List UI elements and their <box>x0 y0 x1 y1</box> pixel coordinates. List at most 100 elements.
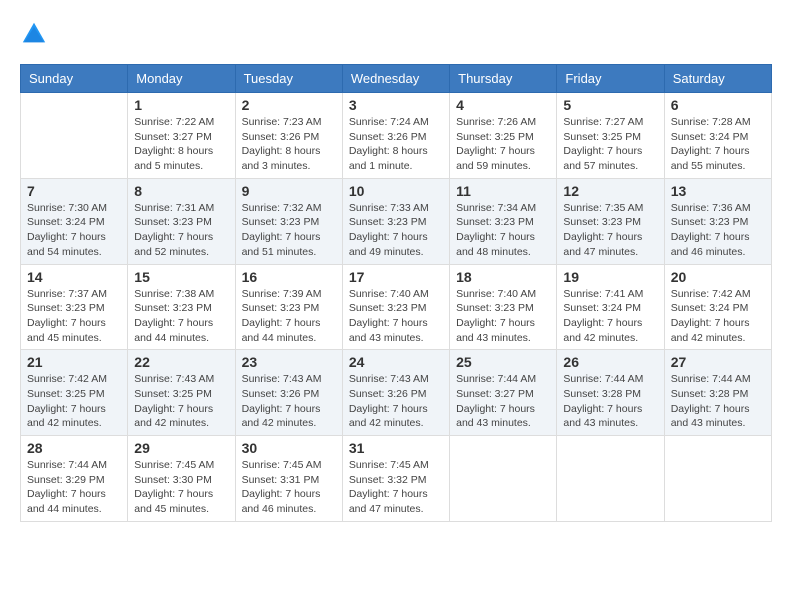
day-number: 6 <box>671 97 765 113</box>
calendar-cell: 27 Sunrise: 7:44 AM Sunset: 3:28 PM Dayli… <box>664 350 771 436</box>
day-number: 8 <box>134 183 228 199</box>
day-info: Sunrise: 7:37 AM Sunset: 3:23 PM Dayligh… <box>27 287 121 346</box>
calendar-cell: 2 Sunrise: 7:23 AM Sunset: 3:26 PM Daylig… <box>235 93 342 179</box>
day-info: Sunrise: 7:32 AM Sunset: 3:23 PM Dayligh… <box>242 201 336 260</box>
calendar-cell: 23Sunrise: 7:43 AM Sunset: 3:26 PM Dayli… <box>235 350 342 436</box>
day-number: 12 <box>563 183 657 199</box>
day-info: Sunrise: 7:42 AM Sunset: 3:24 PM Dayligh… <box>671 287 765 346</box>
day-info: Sunrise: 7:43 AM Sunset: 3:26 PM Dayligh… <box>349 372 443 431</box>
day-info: Sunrise: 7:43 AM Sunset: 3:25 PM Dayligh… <box>134 372 228 431</box>
calendar-header-row: SundayMondayTuesdayWednesdayThursdayFrid… <box>21 65 772 93</box>
calendar-cell: 7 Sunrise: 7:30 AM Sunset: 3:24 PM Daylig… <box>21 178 128 264</box>
day-number: 11 <box>456 183 550 199</box>
calendar-cell: 26 Sunrise: 7:44 AM Sunset: 3:28 PM Dayli… <box>557 350 664 436</box>
calendar-cell: 1Sunrise: 7:22 AM Sunset: 3:27 PM Daylig… <box>128 93 235 179</box>
day-info: Sunrise: 7:44 AM Sunset: 3:27 PM Dayligh… <box>456 372 550 431</box>
day-info: Sunrise: 7:45 AM Sunset: 3:32 PM Dayligh… <box>349 458 443 517</box>
day-number: 21 <box>27 354 121 370</box>
calendar-cell: 22 Sunrise: 7:43 AM Sunset: 3:25 PM Dayli… <box>128 350 235 436</box>
day-number: 4 <box>456 97 550 113</box>
day-info: Sunrise: 7:28 AM Sunset: 3:24 PM Dayligh… <box>671 115 765 174</box>
day-info: Sunrise: 7:27 AM Sunset: 3:25 PM Dayligh… <box>563 115 657 174</box>
calendar-cell: 24 Sunrise: 7:43 AM Sunset: 3:26 PM Dayli… <box>342 350 449 436</box>
calendar-cell: 28 Sunrise: 7:44 AM Sunset: 3:29 PM Dayli… <box>21 436 128 522</box>
calendar-cell: 10 Sunrise: 7:33 AM Sunset: 3:23 PM Dayli… <box>342 178 449 264</box>
calendar-table: SundayMondayTuesdayWednesdayThursdayFrid… <box>20 64 772 522</box>
day-number: 27 <box>671 354 765 370</box>
day-number: 10 <box>349 183 443 199</box>
day-number: 19 <box>563 269 657 285</box>
day-info: Sunrise: 7:45 AM Sunset: 3:31 PM Dayligh… <box>242 458 336 517</box>
day-of-week-header: Thursday <box>450 65 557 93</box>
day-number: 22 <box>134 354 228 370</box>
day-info: Sunrise: 7:33 AM Sunset: 3:23 PM Dayligh… <box>349 201 443 260</box>
calendar-cell: 13 Sunrise: 7:36 AM Sunset: 3:23 PM Dayli… <box>664 178 771 264</box>
day-number: 17 <box>349 269 443 285</box>
day-info: Sunrise: 7:39 AM Sunset: 3:23 PM Dayligh… <box>242 287 336 346</box>
day-number: 31 <box>349 440 443 456</box>
day-number: 25 <box>456 354 550 370</box>
calendar-cell: 6 Sunrise: 7:28 AM Sunset: 3:24 PM Daylig… <box>664 93 771 179</box>
day-number: 16 <box>242 269 336 285</box>
logo-icon <box>20 20 48 48</box>
calendar-cell: 4Sunrise: 7:26 AM Sunset: 3:25 PM Daylig… <box>450 93 557 179</box>
calendar-cell: 16 Sunrise: 7:39 AM Sunset: 3:23 PM Dayli… <box>235 264 342 350</box>
day-number: 26 <box>563 354 657 370</box>
day-number: 18 <box>456 269 550 285</box>
calendar-cell: 15 Sunrise: 7:38 AM Sunset: 3:23 PM Dayli… <box>128 264 235 350</box>
calendar-cell <box>21 93 128 179</box>
day-info: Sunrise: 7:34 AM Sunset: 3:23 PM Dayligh… <box>456 201 550 260</box>
calendar-cell: 19 Sunrise: 7:41 AM Sunset: 3:24 PM Dayli… <box>557 264 664 350</box>
day-info: Sunrise: 7:22 AM Sunset: 3:27 PM Dayligh… <box>134 115 228 174</box>
day-number: 28 <box>27 440 121 456</box>
calendar-cell: 11 Sunrise: 7:34 AM Sunset: 3:23 PM Dayli… <box>450 178 557 264</box>
day-info: Sunrise: 7:30 AM Sunset: 3:24 PM Dayligh… <box>27 201 121 260</box>
day-info: Sunrise: 7:44 AM Sunset: 3:28 PM Dayligh… <box>671 372 765 431</box>
calendar-week-row: 14 Sunrise: 7:37 AM Sunset: 3:23 PM Dayli… <box>21 264 772 350</box>
day-number: 7 <box>27 183 121 199</box>
logo <box>20 20 52 48</box>
day-of-week-header: Friday <box>557 65 664 93</box>
day-info: Sunrise: 7:40 AM Sunset: 3:23 PM Dayligh… <box>456 287 550 346</box>
calendar-cell: 29 Sunrise: 7:45 AM Sunset: 3:30 PM Dayli… <box>128 436 235 522</box>
calendar-cell: 21 Sunrise: 7:42 AM Sunset: 3:25 PM Dayli… <box>21 350 128 436</box>
day-info: Sunrise: 7:35 AM Sunset: 3:23 PM Dayligh… <box>563 201 657 260</box>
day-info: Sunrise: 7:45 AM Sunset: 3:30 PM Dayligh… <box>134 458 228 517</box>
calendar-cell: 31 Sunrise: 7:45 AM Sunset: 3:32 PM Dayli… <box>342 436 449 522</box>
calendar-week-row: 7 Sunrise: 7:30 AM Sunset: 3:24 PM Daylig… <box>21 178 772 264</box>
day-number: 2 <box>242 97 336 113</box>
day-number: 15 <box>134 269 228 285</box>
calendar-cell <box>664 436 771 522</box>
calendar-cell: 8Sunrise: 7:31 AM Sunset: 3:23 PM Daylig… <box>128 178 235 264</box>
day-info: Sunrise: 7:36 AM Sunset: 3:23 PM Dayligh… <box>671 201 765 260</box>
day-number: 29 <box>134 440 228 456</box>
calendar-cell: 20Sunrise: 7:42 AM Sunset: 3:24 PM Dayli… <box>664 264 771 350</box>
day-number: 30 <box>242 440 336 456</box>
calendar-week-row: 1Sunrise: 7:22 AM Sunset: 3:27 PM Daylig… <box>21 93 772 179</box>
calendar-cell: 3Sunrise: 7:24 AM Sunset: 3:26 PM Daylig… <box>342 93 449 179</box>
calendar-cell <box>450 436 557 522</box>
day-of-week-header: Monday <box>128 65 235 93</box>
calendar-cell: 9 Sunrise: 7:32 AM Sunset: 3:23 PM Daylig… <box>235 178 342 264</box>
calendar-week-row: 28 Sunrise: 7:44 AM Sunset: 3:29 PM Dayli… <box>21 436 772 522</box>
page-header <box>20 20 772 48</box>
day-of-week-header: Tuesday <box>235 65 342 93</box>
calendar-cell: 25 Sunrise: 7:44 AM Sunset: 3:27 PM Dayli… <box>450 350 557 436</box>
calendar-cell: 5Sunrise: 7:27 AM Sunset: 3:25 PM Daylig… <box>557 93 664 179</box>
day-info: Sunrise: 7:44 AM Sunset: 3:29 PM Dayligh… <box>27 458 121 517</box>
calendar-cell: 18 Sunrise: 7:40 AM Sunset: 3:23 PM Dayli… <box>450 264 557 350</box>
day-info: Sunrise: 7:23 AM Sunset: 3:26 PM Dayligh… <box>242 115 336 174</box>
day-number: 14 <box>27 269 121 285</box>
day-number: 24 <box>349 354 443 370</box>
day-info: Sunrise: 7:41 AM Sunset: 3:24 PM Dayligh… <box>563 287 657 346</box>
day-number: 3 <box>349 97 443 113</box>
day-info: Sunrise: 7:44 AM Sunset: 3:28 PM Dayligh… <box>563 372 657 431</box>
calendar-week-row: 21 Sunrise: 7:42 AM Sunset: 3:25 PM Dayli… <box>21 350 772 436</box>
day-info: Sunrise: 7:43 AM Sunset: 3:26 PM Dayligh… <box>242 372 336 431</box>
day-number: 9 <box>242 183 336 199</box>
calendar-cell: 30 Sunrise: 7:45 AM Sunset: 3:31 PM Dayli… <box>235 436 342 522</box>
calendar-cell <box>557 436 664 522</box>
day-info: Sunrise: 7:42 AM Sunset: 3:25 PM Dayligh… <box>27 372 121 431</box>
day-number: 13 <box>671 183 765 199</box>
day-info: Sunrise: 7:38 AM Sunset: 3:23 PM Dayligh… <box>134 287 228 346</box>
